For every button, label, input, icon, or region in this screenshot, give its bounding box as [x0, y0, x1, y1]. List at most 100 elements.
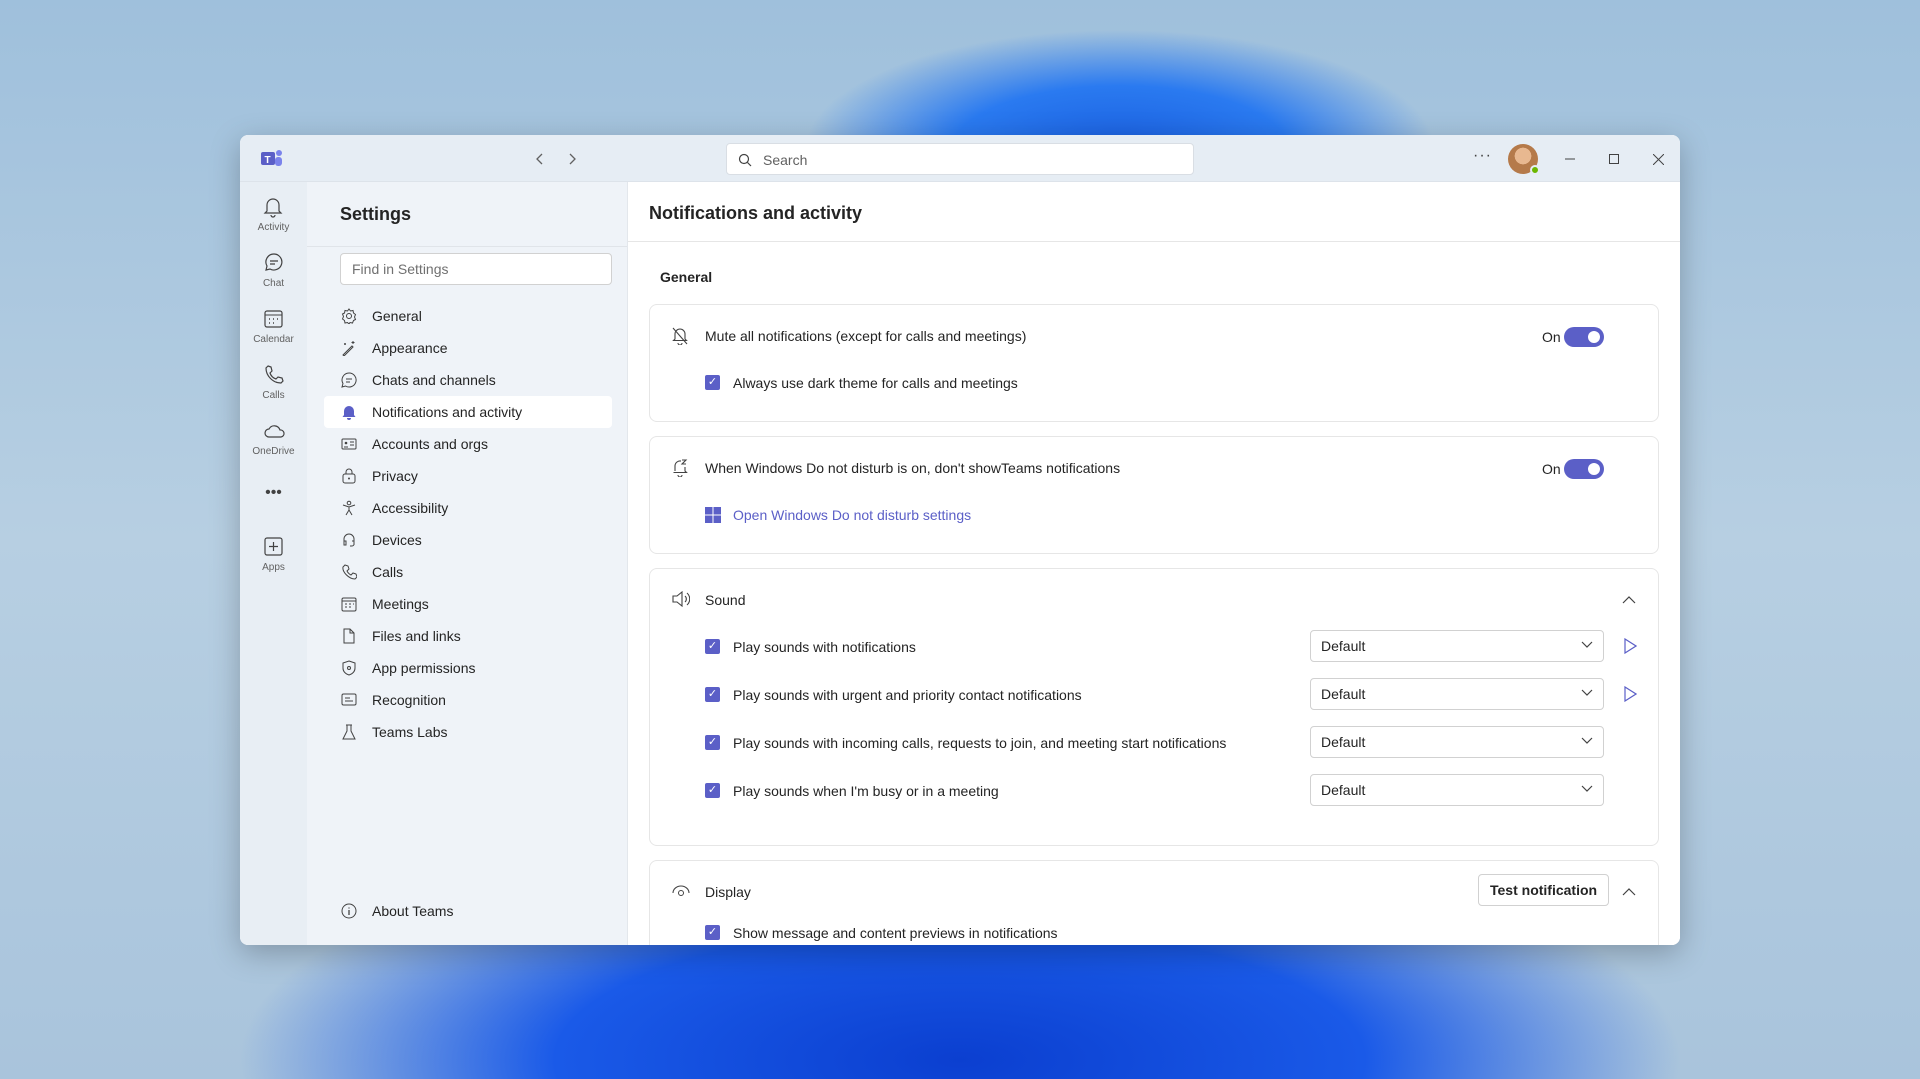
teams-logo-icon: T [260, 148, 284, 168]
sound-dropdown[interactable]: Default [1310, 726, 1604, 758]
bell-icon [341, 404, 357, 420]
shield-icon [341, 660, 357, 676]
sound-row-label: Play sounds with notifications [733, 639, 916, 655]
nav-item-devices[interactable]: Devices [324, 524, 612, 556]
sound-checkbox[interactable]: ✓ [705, 735, 720, 750]
mute-state: On [1542, 329, 1561, 345]
nav-item-files-and-links[interactable]: Files and links [324, 620, 612, 652]
maximize-icon[interactable] [1604, 149, 1624, 169]
dark-theme-checkbox[interactable]: ✓ [705, 375, 720, 390]
avatar[interactable] [1508, 144, 1538, 174]
back-icon[interactable] [530, 149, 550, 169]
dnd-toggle[interactable] [1564, 459, 1604, 479]
bell-icon [263, 196, 283, 218]
rail-apps[interactable]: Apps [240, 532, 307, 584]
rail-chat[interactable]: Chat [240, 248, 307, 300]
forward-icon[interactable] [562, 149, 582, 169]
add-apps-icon [263, 536, 285, 558]
close-icon[interactable] [1648, 149, 1668, 169]
rail-onedrive[interactable]: OneDrive [240, 416, 307, 468]
find-in-settings-input[interactable]: Find in Settings [340, 253, 612, 285]
dropdown-value: Default [1321, 686, 1365, 702]
nav-item-privacy[interactable]: Privacy [324, 460, 612, 492]
sound-checkbox[interactable]: ✓ [705, 783, 720, 798]
eye-icon [672, 885, 690, 897]
mute-toggle[interactable] [1564, 327, 1604, 347]
minimize-icon[interactable] [1560, 149, 1580, 169]
svg-text:T: T [265, 155, 271, 166]
document-icon [341, 628, 357, 644]
test-notification-button[interactable]: Test notification [1478, 874, 1609, 906]
nav-item-label: Teams Labs [372, 724, 447, 740]
more-apps-icon[interactable]: ••• [240, 484, 307, 502]
about-teams[interactable]: About Teams [324, 895, 612, 927]
rail-calendar[interactable]: Calendar [240, 304, 307, 356]
rail-activity[interactable]: Activity [240, 192, 307, 244]
info-icon [341, 903, 357, 919]
nav-item-notifications-and-activity[interactable]: Notifications and activity [324, 396, 612, 428]
nav-item-teams-labs[interactable]: Teams Labs [324, 716, 612, 748]
rail-label: Activity [240, 222, 307, 233]
settings-title: Settings [340, 204, 411, 225]
nav-item-label: Calls [372, 564, 403, 580]
nav-item-recognition[interactable]: Recognition [324, 684, 612, 716]
gear-icon [341, 308, 357, 324]
chevron-down-icon [1581, 641, 1593, 649]
nav-item-meetings[interactable]: Meetings [324, 588, 612, 620]
chat-icon [341, 372, 357, 388]
play-icon[interactable] [1623, 638, 1637, 654]
nav-item-appearance[interactable]: Appearance [324, 332, 612, 364]
dnd-state: On [1542, 461, 1561, 477]
nav-item-label: Accounts and orgs [372, 436, 488, 452]
nav-item-label: Devices [372, 532, 422, 548]
dropdown-value: Default [1321, 782, 1365, 798]
sound-heading: Sound [705, 592, 745, 608]
rail-label: Calls [240, 390, 307, 401]
divider [307, 246, 627, 247]
settings-pane: Settings Find in Settings GeneralAppeara… [307, 182, 628, 945]
phone-icon [341, 564, 357, 580]
preview-checkbox[interactable]: ✓ [705, 925, 720, 940]
display-heading: Display [705, 884, 751, 900]
rail-label: OneDrive [240, 446, 307, 457]
nav-item-app-permissions[interactable]: App permissions [324, 652, 612, 684]
chevron-up-icon[interactable] [1622, 595, 1636, 604]
rail-label: Chat [240, 278, 307, 289]
section-heading-general: General [660, 269, 712, 285]
open-dnd-settings-link[interactable]: Open Windows Do not disturb settings [733, 507, 971, 523]
mute-card: Mute all notifications (except for calls… [649, 304, 1659, 422]
teams-window: T Search ··· Activity Chat Calendar Call… [240, 135, 1680, 945]
nav-item-chats-and-channels[interactable]: Chats and channels [324, 364, 612, 396]
sound-checkbox[interactable]: ✓ [705, 687, 720, 702]
rail-label: Calendar [240, 334, 307, 345]
chevron-up-icon[interactable] [1622, 887, 1636, 896]
beaker-icon [341, 724, 357, 740]
main-content: Notifications and activity General Mute … [628, 182, 1680, 945]
sound-dropdown[interactable]: Default [1310, 774, 1604, 806]
sound-checkbox[interactable]: ✓ [705, 639, 720, 654]
search-icon [738, 153, 752, 167]
chevron-down-icon [1581, 689, 1593, 697]
search-input[interactable]: Search [726, 143, 1194, 175]
sound-dropdown[interactable]: Default [1310, 678, 1604, 710]
app-rail: Activity Chat Calendar Calls OneDrive ••… [240, 182, 307, 945]
nav-item-general[interactable]: General [324, 300, 612, 332]
wand-icon [341, 340, 357, 356]
nav-item-calls[interactable]: Calls [324, 556, 612, 588]
accessibility-icon [341, 500, 357, 516]
more-options-icon[interactable]: ··· [1473, 147, 1492, 165]
mute-label: Mute all notifications (except for calls… [705, 328, 1026, 344]
speaker-icon [672, 591, 690, 607]
play-icon[interactable] [1623, 686, 1637, 702]
sound-dropdown[interactable]: Default [1310, 630, 1604, 662]
nav-item-accessibility[interactable]: Accessibility [324, 492, 612, 524]
cloud-icon [263, 420, 287, 442]
nav-item-label: Notifications and activity [372, 404, 522, 420]
nav-item-accounts-and-orgs[interactable]: Accounts and orgs [324, 428, 612, 460]
nav-item-label: Chats and channels [372, 372, 496, 388]
sound-row-label: Play sounds with urgent and priority con… [733, 687, 1082, 703]
sound-row-label: Play sounds with incoming calls, request… [733, 735, 1226, 751]
nav-item-label: Files and links [372, 628, 461, 644]
nav-item-label: Recognition [372, 692, 446, 708]
rail-calls[interactable]: Calls [240, 360, 307, 412]
